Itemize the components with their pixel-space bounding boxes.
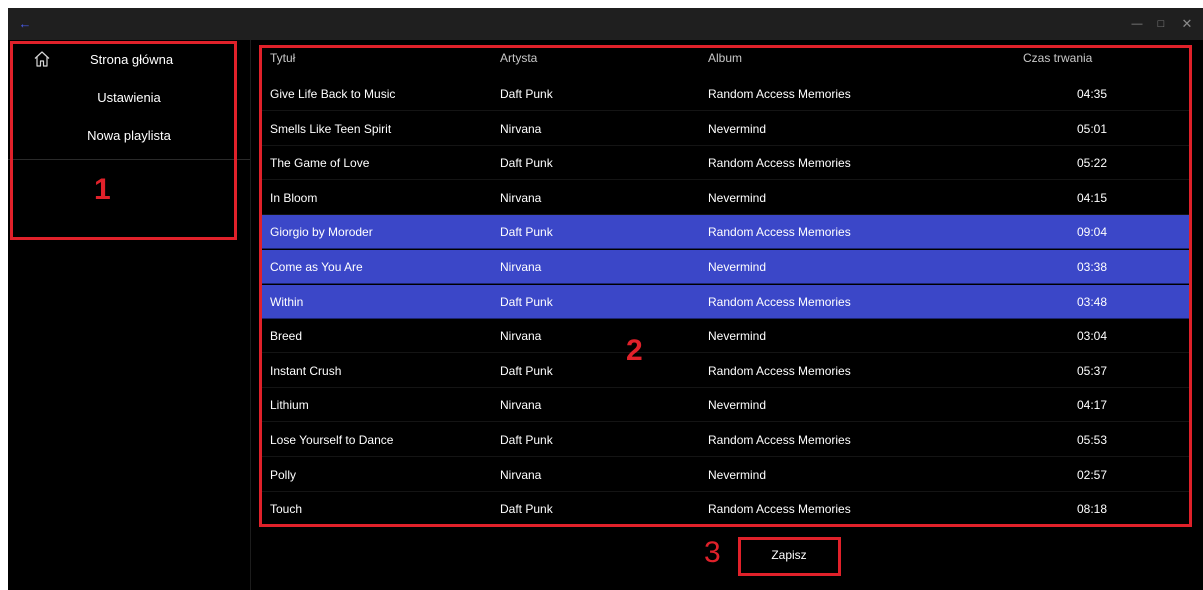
- title-bar: ← — □ ✕: [8, 8, 1203, 40]
- annotation-number-3: 3: [704, 536, 721, 569]
- maximize-icon[interactable]: □: [1149, 8, 1173, 40]
- annotation-number-1: 1: [94, 173, 111, 206]
- annotation-box-1: [10, 41, 237, 240]
- minimize-icon[interactable]: —: [1125, 8, 1149, 40]
- close-icon[interactable]: ✕: [1175, 8, 1199, 40]
- annotation-box-2: [259, 45, 1192, 527]
- annotation-number-2: 2: [626, 334, 643, 367]
- back-arrow-icon[interactable]: ←: [14, 14, 36, 34]
- annotation-box-3: [738, 537, 841, 576]
